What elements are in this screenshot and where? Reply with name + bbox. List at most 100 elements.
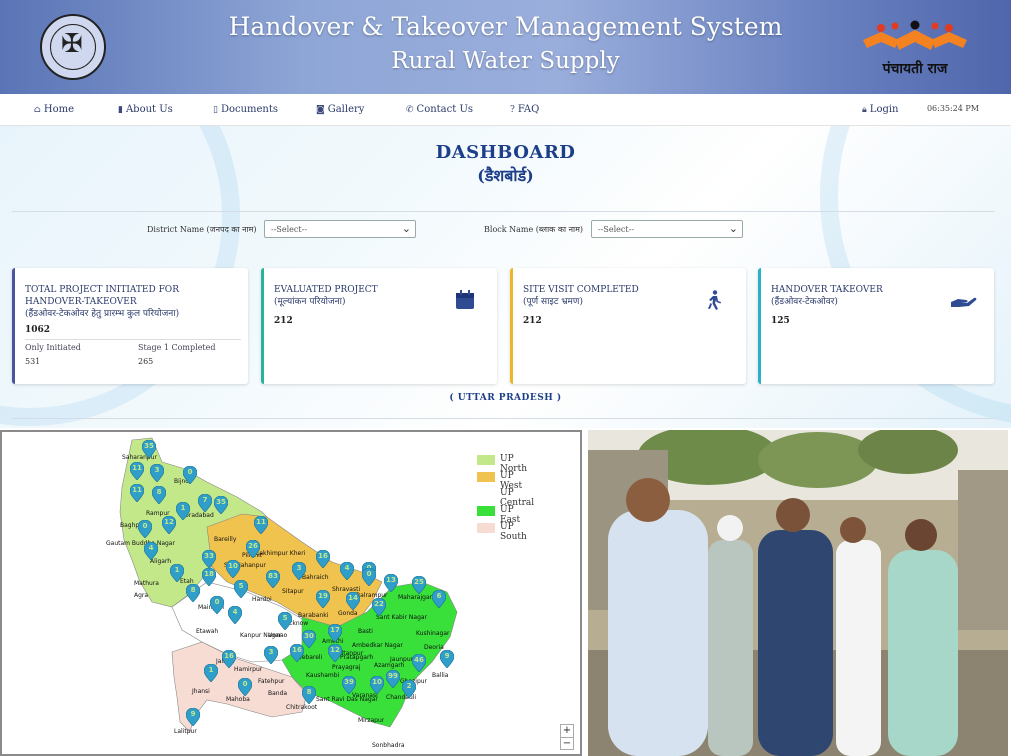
map-marker[interactable]: 3 (149, 463, 165, 483)
map-marker-count: 0 (214, 598, 220, 606)
map-marker[interactable]: 8 (185, 583, 201, 603)
map-marker[interactable]: 12 (327, 643, 343, 663)
map-marker[interactable]: 2 (401, 679, 417, 699)
map-zoom-control: + − (560, 724, 574, 750)
map-marker-count: 1 (208, 666, 214, 674)
map-marker[interactable]: 5 (277, 611, 293, 631)
document-icon: ▯ (213, 105, 218, 115)
map-marker[interactable]: 3 (263, 645, 279, 665)
dashboard-subtitle: (डैशबोर्ड) (477, 166, 534, 185)
map-district-label: Jhansi (192, 688, 210, 695)
map-marker-count: 10 (372, 678, 382, 686)
map-marker[interactable]: 83 (265, 569, 281, 589)
map-marker[interactable]: 99 (385, 669, 401, 689)
map-marker[interactable]: 4 (227, 605, 243, 625)
nav-about-us[interactable]: ▮ About Us (118, 104, 173, 115)
nav-gallery[interactable]: ◙ Gallery (316, 104, 364, 115)
map-district-label: Mahoba (226, 696, 250, 703)
map-marker[interactable]: 16 (315, 549, 331, 569)
map-marker[interactable]: 4 (339, 561, 355, 581)
map-marker[interactable]: 26 (245, 539, 261, 559)
map-marker-count: 0 (366, 570, 372, 578)
map-marker[interactable]: 8 (151, 485, 167, 505)
map-marker[interactable]: 5 (233, 579, 249, 599)
map-marker[interactable]: 10 (369, 675, 385, 695)
map-marker[interactable]: 0 (182, 465, 198, 485)
site-visit-photo (588, 430, 1008, 756)
map-marker[interactable]: 1 (203, 663, 219, 683)
map-marker-count: 8 (156, 488, 162, 496)
map-marker[interactable]: 35 (213, 495, 229, 515)
block-label: Block Name (ब्लाक का नाम) (484, 225, 584, 234)
site-header: ✠ Handover & Takeover Management System … (0, 0, 1011, 94)
map-marker[interactable]: 4 (143, 541, 159, 561)
card-title: HANDOVER TAKEOVER (771, 285, 883, 295)
map-marker[interactable]: 3 (291, 561, 307, 581)
map-marker-count: 4 (344, 564, 350, 572)
card-value: 1062 (25, 325, 51, 335)
map-marker[interactable]: 25 (411, 575, 427, 595)
card-site-visit[interactable]: SITE VISIT COMPLETED (पूर्ण साइट भ्रमण) … (510, 268, 746, 384)
map-marker[interactable]: 0 (237, 677, 253, 697)
map-marker[interactable]: 1 (175, 501, 191, 521)
lock-icon: 🔒︎ (862, 105, 867, 115)
map-marker[interactable]: 46 (411, 653, 427, 673)
map-marker[interactable]: 12 (161, 515, 177, 535)
map-district-label: Bareilly (214, 536, 237, 543)
map-district-label: Hardoi (252, 596, 272, 603)
state-label: ( UTTAR PRADESH ) (449, 393, 562, 403)
map-marker[interactable]: 0 (361, 567, 377, 587)
map-marker-count: 8 (306, 688, 312, 696)
map-marker[interactable]: 35 (141, 439, 157, 459)
map-marker[interactable]: 10 (225, 559, 241, 579)
map-marker-count: 16 (292, 646, 302, 654)
map-marker[interactable]: 18 (201, 567, 217, 587)
map-marker[interactable]: 8 (301, 685, 317, 705)
map-marker[interactable]: 6 (431, 589, 447, 609)
nav-contact-us[interactable]: ✆ Contact Us (406, 104, 473, 115)
nav-faq[interactable]: ? FAQ (510, 104, 539, 115)
map-marker-count: 39 (344, 678, 354, 686)
map-marker-count: 11 (132, 486, 142, 494)
nav-home[interactable]: ⌂ Home (34, 104, 74, 115)
map-marker[interactable]: 17 (327, 623, 343, 643)
card-total-projects[interactable]: TOTAL PROJECT INITIATED FOR HANDOVER-TAK… (12, 268, 248, 384)
map-district-label: Ambedkar Nagar (352, 642, 403, 649)
map-marker[interactable]: 11 (129, 483, 145, 503)
map-marker[interactable]: 16 (221, 649, 237, 669)
district-select[interactable]: --Select-- ⌄ (264, 220, 416, 238)
map-marker[interactable]: 11 (253, 515, 269, 535)
nav-documents[interactable]: ▯ Documents (213, 104, 278, 115)
map-district-label: Pratapgarh (340, 654, 374, 661)
card-evaluated-project[interactable]: EVALUATED PROJECT (मूल्यांकन परियोजना) 2… (261, 268, 497, 384)
map-district-label: Hamirpur (234, 666, 263, 673)
map-marker[interactable]: 1 (169, 563, 185, 583)
map-marker[interactable]: 9 (439, 649, 455, 669)
login-link[interactable]: 🔒︎ Login (862, 104, 899, 115)
map-marker[interactable]: 14 (345, 591, 361, 611)
divider (12, 418, 995, 419)
map-marker[interactable]: 39 (341, 675, 357, 695)
stage1-value: 265 (138, 357, 154, 366)
divider (25, 339, 241, 340)
map-marker[interactable]: 9 (185, 707, 201, 727)
block-select[interactable]: --Select-- ⌄ (591, 220, 743, 238)
map-marker[interactable]: 19 (315, 589, 331, 609)
map-marker-count: 9 (444, 652, 450, 660)
map-marker[interactable]: 22 (371, 597, 387, 617)
map-marker[interactable]: 0 (137, 519, 153, 539)
map-marker-count: 8 (190, 586, 196, 594)
map-marker[interactable]: 11 (129, 461, 145, 481)
map-marker-count: 3 (296, 564, 302, 572)
map-marker[interactable]: 0 (209, 595, 225, 615)
map-marker[interactable]: 30 (301, 629, 317, 649)
map-marker[interactable]: 13 (383, 573, 399, 593)
map-marker[interactable]: 33 (201, 549, 217, 569)
map-marker[interactable]: 16 (289, 643, 305, 663)
main-nav: ⌂ Home ▮ About Us ▯ Documents ◙ Gallery ✆ Con… (0, 94, 1011, 126)
card-handover-takeover[interactable]: HANDOVER TAKEOVER (हैंडओवर-टेकओवर) 125 (758, 268, 994, 384)
zoom-in-button[interactable]: + (561, 725, 573, 737)
up-district-map[interactable]: SaharanpurBijnorMoradabadRampurBareillyP… (0, 430, 582, 756)
map-marker[interactable]: 7 (197, 493, 213, 513)
zoom-out-button[interactable]: − (561, 737, 573, 749)
